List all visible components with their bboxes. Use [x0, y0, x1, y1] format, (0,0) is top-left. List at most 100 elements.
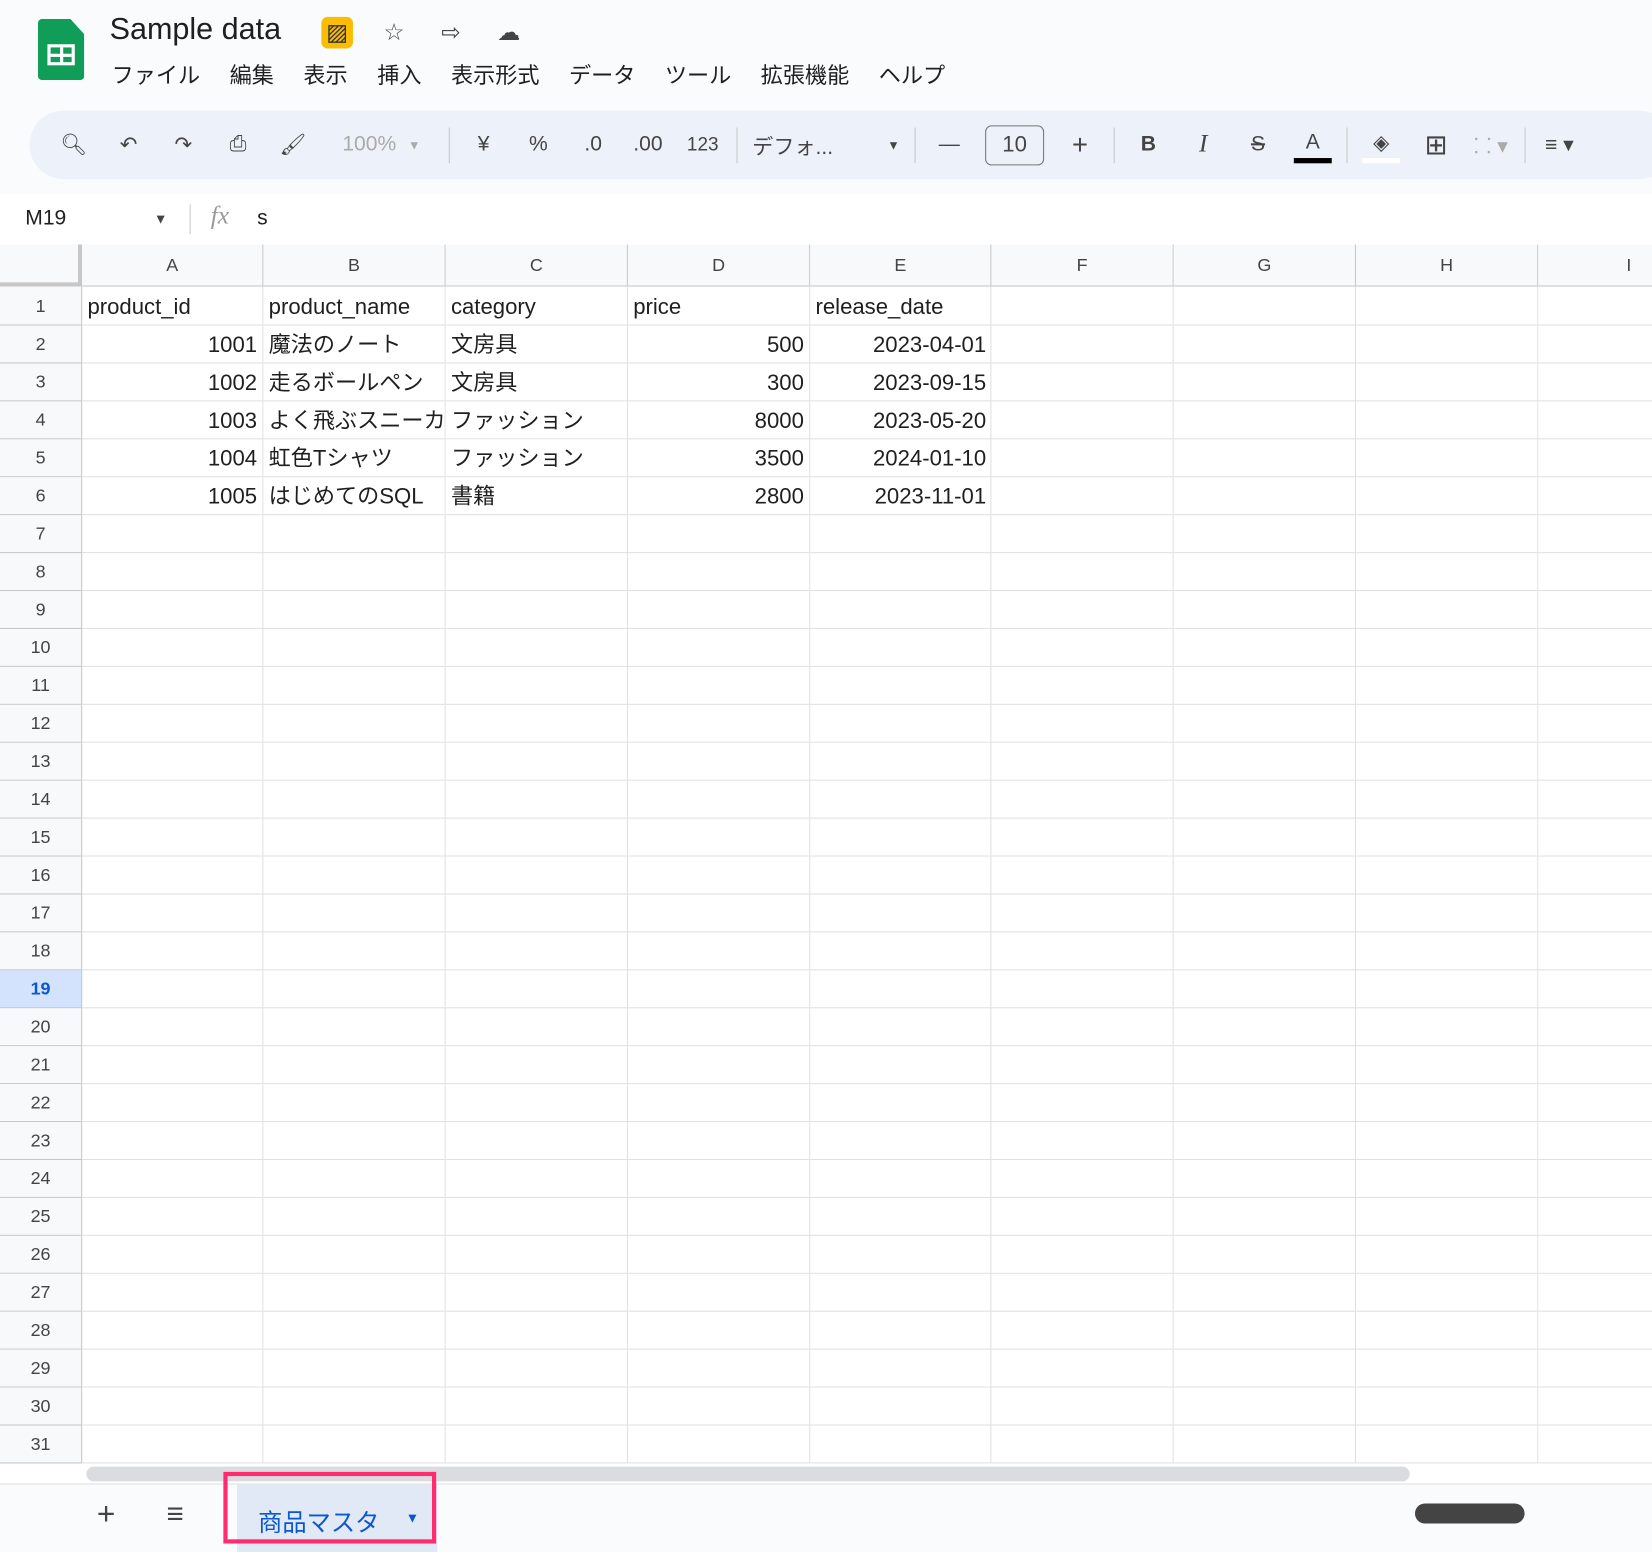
fill-color-icon[interactable]: ◈ [1362, 126, 1401, 164]
cell-i20[interactable] [1538, 1008, 1652, 1047]
cell-d10[interactable] [627, 628, 811, 667]
text-color-button[interactable]: A [1293, 126, 1332, 164]
cell-e15[interactable] [810, 818, 992, 857]
cell-h31[interactable] [1355, 1425, 1539, 1464]
cell-b15[interactable] [263, 818, 446, 857]
row-header-13[interactable]: 13 [0, 742, 83, 781]
strikethrough-icon[interactable]: S [1239, 126, 1277, 164]
cell-b11[interactable] [263, 666, 446, 705]
cell-f7[interactable] [991, 515, 1174, 554]
cell-i22[interactable] [1538, 1084, 1652, 1123]
menu-insert[interactable]: 挿入 [377, 59, 421, 91]
row-header-30[interactable]: 30 [0, 1387, 83, 1426]
cell-f15[interactable] [991, 818, 1174, 857]
cell-c29[interactable] [445, 1349, 628, 1388]
cell-c4[interactable]: ファッション [445, 401, 628, 440]
cell-b10[interactable] [263, 628, 446, 667]
row-header-9[interactable]: 9 [0, 591, 83, 629]
cell-h10[interactable] [1355, 628, 1539, 667]
cell-g22[interactable] [1173, 1084, 1356, 1123]
cell-a31[interactable] [82, 1425, 264, 1464]
cell-g3[interactable] [1173, 363, 1356, 402]
cell-b14[interactable] [263, 780, 446, 819]
cell-h24[interactable] [1355, 1160, 1539, 1198]
cell-b28[interactable] [263, 1311, 446, 1350]
cell-h3[interactable] [1355, 363, 1539, 402]
cell-h27[interactable] [1355, 1273, 1539, 1312]
document-title[interactable]: Sample data [110, 13, 282, 48]
more-formats-button[interactable]: 123 [684, 126, 722, 164]
cell-c24[interactable] [445, 1160, 628, 1198]
cell-d19[interactable] [627, 970, 811, 1009]
cell-h30[interactable] [1355, 1387, 1539, 1426]
cell-g17[interactable] [1173, 894, 1356, 933]
row-header-29[interactable]: 29 [0, 1349, 83, 1388]
cell-f2[interactable] [991, 325, 1174, 364]
cell-d24[interactable] [627, 1160, 811, 1198]
cell-i9[interactable] [1538, 591, 1652, 629]
cell-b19[interactable] [263, 970, 446, 1009]
cell-e22[interactable] [810, 1084, 992, 1123]
font-size-input[interactable]: 10 [985, 124, 1045, 165]
cell-i21[interactable] [1538, 1046, 1652, 1085]
cell-g1[interactable] [1173, 286, 1356, 326]
menu-file[interactable]: ファイル [112, 59, 201, 91]
cell-i16[interactable] [1538, 857, 1652, 895]
cell-a29[interactable] [82, 1349, 264, 1388]
increase-decimal-button[interactable]: .00 [629, 126, 667, 164]
cell-h25[interactable] [1355, 1197, 1539, 1236]
cell-a5[interactable]: 1004 [82, 439, 264, 478]
cell-e19[interactable] [810, 970, 992, 1009]
cell-i24[interactable] [1538, 1160, 1652, 1198]
cell-h13[interactable] [1355, 742, 1539, 781]
cell-d20[interactable] [627, 1008, 811, 1047]
column-header-i[interactable]: I [1538, 244, 1652, 287]
cloud-saved-icon[interactable]: ☁ [493, 17, 525, 49]
cell-g10[interactable] [1173, 628, 1356, 667]
cell-c7[interactable] [445, 515, 628, 554]
cell-a24[interactable] [82, 1160, 264, 1198]
cell-i31[interactable] [1538, 1426, 1652, 1464]
column-header-b[interactable]: B [263, 244, 446, 287]
cell-f22[interactable] [991, 1084, 1174, 1123]
all-sheets-button[interactable]: ≡ [166, 1497, 183, 1531]
cell-c19[interactable] [445, 970, 628, 1009]
cell-i12[interactable] [1538, 705, 1652, 743]
cell-i6[interactable] [1538, 477, 1652, 516]
row-header-17[interactable]: 17 [0, 894, 83, 933]
cell-i5[interactable] [1538, 439, 1652, 478]
cell-e23[interactable] [810, 1122, 992, 1161]
cell-e5[interactable]: 2024-01-10 [810, 439, 992, 478]
cell-c13[interactable] [445, 742, 628, 781]
column-header-h[interactable]: H [1355, 244, 1539, 287]
menu-data[interactable]: データ [569, 59, 635, 91]
menu-help[interactable]: ヘルプ [879, 59, 945, 91]
cell-d15[interactable] [627, 818, 811, 857]
cell-h4[interactable] [1355, 401, 1539, 440]
cell-f5[interactable] [991, 439, 1174, 478]
star-icon[interactable]: ☆ [378, 17, 410, 49]
cell-b20[interactable] [263, 1008, 446, 1047]
cell-c14[interactable] [445, 780, 628, 819]
cell-e31[interactable] [810, 1425, 992, 1464]
cell-h15[interactable] [1355, 818, 1539, 857]
cell-a27[interactable] [82, 1273, 264, 1312]
cell-g11[interactable] [1173, 666, 1356, 705]
cell-c15[interactable] [445, 818, 628, 857]
cell-b12[interactable] [263, 704, 446, 743]
cell-g23[interactable] [1173, 1122, 1356, 1161]
row-header-4[interactable]: 4 [0, 401, 83, 440]
cell-e24[interactable] [810, 1160, 992, 1198]
cell-d30[interactable] [627, 1387, 811, 1426]
cell-f21[interactable] [991, 1046, 1174, 1085]
cell-i23[interactable] [1538, 1122, 1652, 1161]
cell-g13[interactable] [1173, 742, 1356, 781]
cell-h9[interactable] [1355, 591, 1539, 629]
cell-i18[interactable] [1538, 932, 1652, 971]
cell-a8[interactable] [82, 553, 264, 592]
cell-b30[interactable] [263, 1387, 446, 1426]
cell-h5[interactable] [1355, 439, 1539, 478]
row-header-20[interactable]: 20 [0, 1008, 83, 1047]
cell-d25[interactable] [627, 1197, 811, 1236]
cell-b21[interactable] [263, 1046, 446, 1085]
